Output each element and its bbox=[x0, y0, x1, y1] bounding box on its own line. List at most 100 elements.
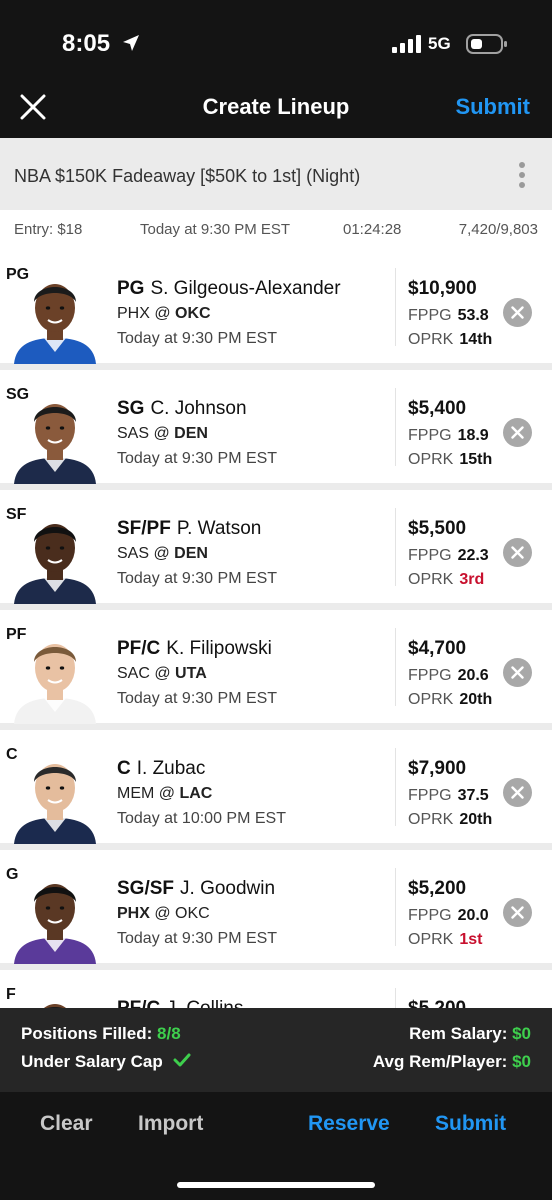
close-icon bbox=[511, 426, 524, 439]
player-name-line[interactable]: C I. Zubac bbox=[117, 758, 205, 780]
entry-count: 7,420/9,803 bbox=[458, 221, 538, 238]
status-bar: 8:05 5G bbox=[0, 0, 552, 80]
fppg-label: FPPG bbox=[408, 547, 452, 564]
player-name-line[interactable]: SG/SF J. Goodwin bbox=[117, 878, 275, 900]
player-salary: $5,200 bbox=[408, 998, 466, 1008]
away-team: PHX bbox=[117, 905, 150, 922]
oprk-label: OPRK bbox=[408, 331, 454, 348]
status-time: 8:05 bbox=[62, 30, 111, 57]
player-name: J. Goodwin bbox=[180, 878, 276, 899]
player-headshot bbox=[10, 512, 100, 604]
submit-button-top[interactable]: Submit bbox=[455, 94, 530, 120]
fppg-label: FPPG bbox=[408, 787, 452, 804]
contest-header: NBA $150K Fadeaway [$50K to 1st] (Night) bbox=[0, 138, 552, 210]
import-button[interactable]: Import bbox=[138, 1112, 203, 1136]
home-team: DEN bbox=[174, 545, 208, 562]
matchup: SAS @ DEN bbox=[117, 425, 208, 443]
fppg-stat: FPPG 20.6 bbox=[408, 667, 489, 685]
player-position: PG bbox=[117, 278, 145, 299]
matchup: PHX @ OKC bbox=[117, 905, 210, 923]
game-time: Today at 9:30 PM EST bbox=[117, 330, 278, 347]
location-arrow-icon bbox=[123, 35, 139, 51]
away-team: SAC bbox=[117, 665, 150, 682]
player-name-line[interactable]: PF/C J. Collins bbox=[117, 998, 243, 1008]
player-name-line[interactable]: PG S. Gilgeous-Alexander bbox=[117, 278, 341, 300]
remove-player-button[interactable] bbox=[503, 298, 532, 327]
oprk-stat: OPRK 20th bbox=[408, 811, 492, 829]
oprk-value: 15th bbox=[459, 451, 493, 468]
player-row[interactable]: SG SG C. Johnson SAS @ DEN Today at 9:30 PM … bbox=[0, 370, 552, 484]
fppg-value: 53.8 bbox=[457, 307, 489, 324]
oprk-value: 14th bbox=[459, 331, 493, 348]
fppg-stat: FPPG 20.0 bbox=[408, 907, 489, 925]
remove-player-button[interactable] bbox=[503, 778, 532, 807]
checkmark-icon bbox=[173, 1053, 191, 1067]
away-team: PHX bbox=[117, 305, 150, 322]
battery-icon bbox=[466, 34, 507, 54]
game-time: Today at 9:30 PM EST bbox=[117, 570, 278, 587]
player-headshot bbox=[10, 632, 100, 724]
player-position: PF/C bbox=[117, 998, 160, 1008]
player-row[interactable]: PG PG S. Gilgeous-Alexander PHX @ OKC Today … bbox=[0, 250, 552, 364]
player-name-line[interactable]: SF/PF P. Watson bbox=[117, 518, 261, 540]
player-row[interactable]: C C I. Zubac MEM @ LAC Today at 10:00 PM EST… bbox=[0, 730, 552, 844]
home-indicator[interactable] bbox=[177, 1182, 375, 1188]
away-team: SAS bbox=[117, 545, 150, 562]
matchup-at: @ bbox=[149, 905, 176, 922]
row-divider bbox=[395, 628, 396, 706]
row-divider bbox=[395, 508, 396, 586]
remove-player-button[interactable] bbox=[503, 418, 532, 447]
contest-info-bar: Entry: $18 Today at 9:30 PM EST 01:24:28… bbox=[0, 210, 552, 250]
player-name: K. Filipowski bbox=[166, 638, 272, 659]
close-icon[interactable] bbox=[20, 94, 46, 120]
remaining-salary: Rem Salary: $0 bbox=[409, 1024, 531, 1043]
player-name: I. Zubac bbox=[136, 758, 206, 779]
player-name: C. Johnson bbox=[150, 398, 247, 419]
reserve-button[interactable]: Reserve bbox=[308, 1112, 390, 1136]
oprk-stat: OPRK 20th bbox=[408, 691, 492, 709]
countdown-timer: 01:24:28 bbox=[343, 221, 402, 238]
player-salary: $5,400 bbox=[408, 398, 467, 419]
bottom-action-bar: Clear Import Reserve Submit bbox=[0, 1092, 552, 1200]
fppg-value: 37.5 bbox=[457, 787, 489, 804]
contest-title: NBA $150K Fadeaway [$50K to 1st] (Night) bbox=[14, 166, 361, 186]
oprk-label: OPRK bbox=[408, 691, 454, 708]
matchup-at: @ bbox=[149, 665, 176, 682]
player-salary: $7,900 bbox=[408, 758, 467, 779]
fppg-value: 20.6 bbox=[457, 667, 489, 684]
player-row[interactable]: PF PF/C K. Filipowski SAC @ UTA Today at 9:3… bbox=[0, 610, 552, 724]
fppg-label: FPPG bbox=[408, 907, 452, 924]
player-name-line[interactable]: SG C. Johnson bbox=[117, 398, 247, 420]
player-headshot bbox=[10, 992, 100, 1008]
submit-button[interactable]: Submit bbox=[435, 1112, 506, 1136]
salary-cap-status: Under Salary Cap bbox=[21, 1052, 191, 1072]
entry-fee: Entry: $18 bbox=[14, 221, 83, 238]
player-row[interactable]: FPF/CJ. Collins$5,200FPPGOPRK bbox=[0, 970, 552, 1008]
player-headshot bbox=[10, 872, 100, 964]
fppg-label: FPPG bbox=[408, 667, 452, 684]
player-position: SG/SF bbox=[117, 878, 175, 899]
player-row[interactable]: SF SF/PF P. Watson SAS @ DEN Today at 9:30 P… bbox=[0, 490, 552, 604]
matchup: SAC @ UTA bbox=[117, 665, 207, 683]
clear-button[interactable]: Clear bbox=[40, 1112, 93, 1136]
home-team: DEN bbox=[174, 425, 208, 442]
remove-player-button[interactable] bbox=[503, 658, 532, 687]
remove-player-button[interactable] bbox=[503, 898, 532, 927]
oprk-value: 1st bbox=[459, 931, 483, 948]
matchup-at: @ bbox=[149, 545, 175, 562]
player-position: PF/C bbox=[117, 638, 161, 659]
player-headshot bbox=[10, 752, 100, 844]
home-team: OKC bbox=[175, 305, 211, 322]
player-name: S. Gilgeous-Alexander bbox=[150, 278, 341, 299]
player-name-line[interactable]: PF/C K. Filipowski bbox=[117, 638, 272, 660]
more-options-icon[interactable] bbox=[518, 162, 526, 190]
row-divider bbox=[395, 868, 396, 946]
player-salary: $10,900 bbox=[408, 278, 477, 299]
oprk-label: OPRK bbox=[408, 451, 454, 468]
remove-player-button[interactable] bbox=[503, 538, 532, 567]
fppg-stat: FPPG 22.3 bbox=[408, 547, 489, 565]
close-icon bbox=[511, 786, 524, 799]
oprk-stat: OPRK 14th bbox=[408, 331, 492, 349]
player-row[interactable]: G SG/SF J. Goodwin PHX @ OKC Today at 9:30 P… bbox=[0, 850, 552, 964]
player-name: P. Watson bbox=[176, 518, 262, 539]
